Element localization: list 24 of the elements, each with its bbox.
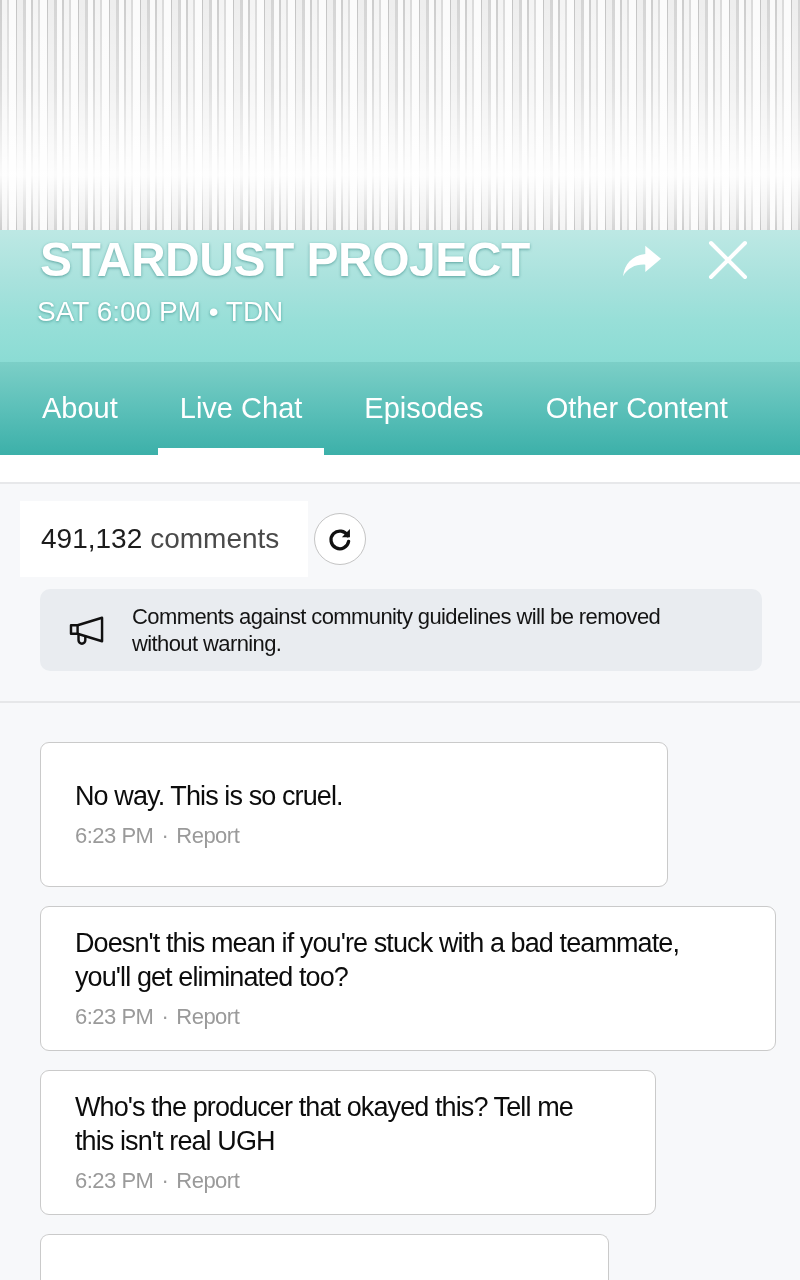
comments-label: comments bbox=[150, 523, 280, 555]
refresh-button[interactable] bbox=[314, 513, 366, 565]
meta-separator: · bbox=[161, 821, 169, 850]
megaphone-icon bbox=[68, 614, 106, 646]
share-icon[interactable] bbox=[622, 243, 662, 277]
comment-time: 6:23 PM bbox=[75, 1002, 154, 1031]
comment-time: 6:23 PM bbox=[75, 821, 154, 850]
report-link[interactable]: Report bbox=[176, 820, 240, 851]
comment-text: Doesn't this mean if you're stuck with a bad teammate, you'll get eliminated too? bbox=[75, 926, 680, 994]
meta-separator: · bbox=[161, 1166, 169, 1195]
report-link[interactable]: Report bbox=[176, 1165, 240, 1196]
tab[interactable]: Other Content bbox=[523, 362, 750, 455]
close-icon[interactable] bbox=[708, 240, 748, 280]
report-link[interactable]: Report bbox=[176, 1001, 240, 1032]
comment-text: No way. This is so cruel. bbox=[75, 779, 344, 813]
comment-count: 491,132 bbox=[41, 523, 143, 555]
tab[interactable]: Episodes bbox=[342, 362, 506, 455]
tab[interactable]: About bbox=[20, 362, 140, 455]
comment-text: Who's the producer that okayed this? Tell me this isn't real UGH bbox=[75, 1090, 574, 1158]
show-title: STARDUST PROJECT bbox=[40, 232, 530, 288]
meta-separator: · bbox=[161, 1002, 169, 1031]
notice-text: Comments against community guidelines will be removed without warning. bbox=[132, 603, 662, 657]
schedule-text: SAT 6:00 PM • TDN bbox=[36, 295, 285, 329]
comment-time: 6:23 PM bbox=[75, 1166, 154, 1195]
